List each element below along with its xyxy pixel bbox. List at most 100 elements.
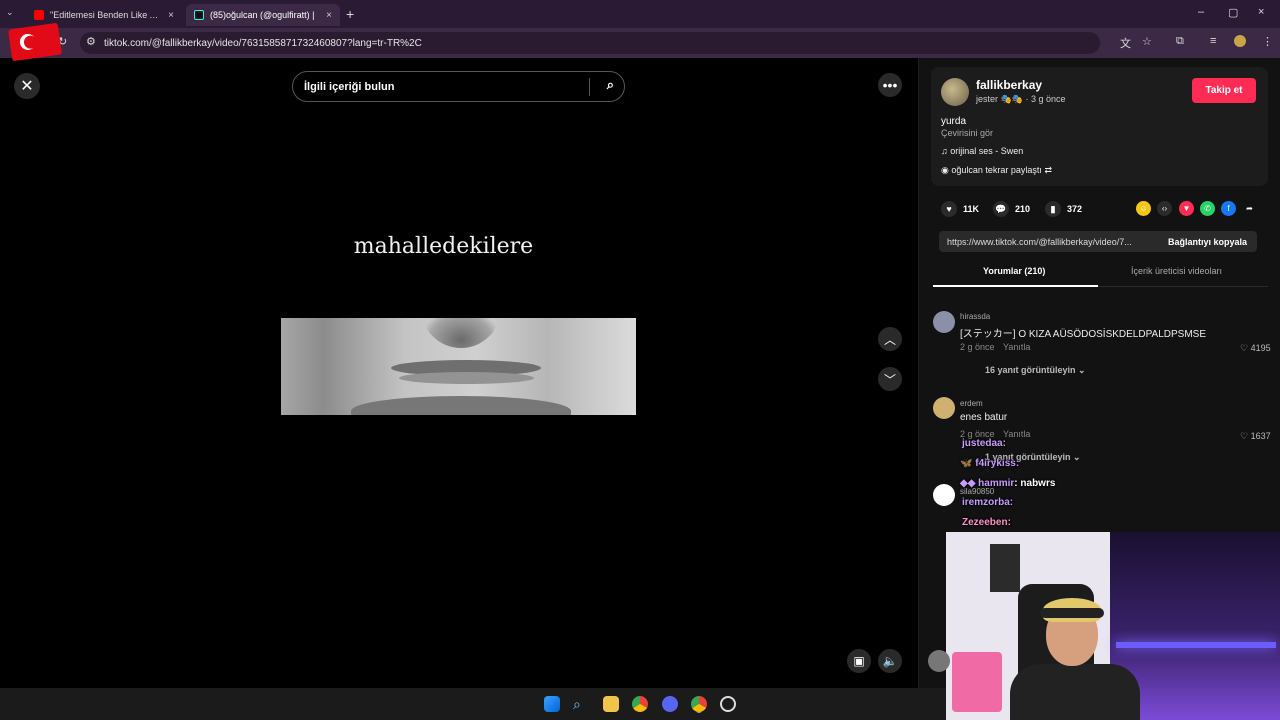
like-count: 11K xyxy=(963,204,980,214)
comment-author[interactable]: hirassda xyxy=(960,312,990,321)
site-info-icon[interactable]: ⚙ xyxy=(86,35,96,48)
chat-text: : xyxy=(1002,438,1006,449)
maximize-button[interactable]: ▢ xyxy=(1228,6,1238,19)
close-tab-icon[interactable]: × xyxy=(326,10,332,21)
webcam-neon-light xyxy=(1116,642,1276,648)
avatar xyxy=(928,650,950,672)
coin-icon[interactable]: ☺ xyxy=(1136,201,1151,216)
reply-button[interactable]: Yanıtla xyxy=(1003,429,1030,439)
video-overlay-text: mahalledekilere xyxy=(353,234,534,259)
file-explorer-icon[interactable] xyxy=(603,696,619,712)
browser-menu-icon[interactable]: ⋮ xyxy=(1262,35,1273,48)
whatsapp-icon[interactable]: ✆ xyxy=(1200,201,1215,216)
author-username[interactable]: fallikberkay xyxy=(976,78,1042,92)
chat-username: hammir xyxy=(978,478,1015,489)
tiktok-icon xyxy=(194,10,204,20)
url-text[interactable]: tiktok.com/@fallikberkay/video/763158587… xyxy=(104,38,422,49)
search-input[interactable]: İlgili içeriği bulun ⌕ xyxy=(292,71,625,102)
chat-message: ◆◆ hammir: nabwrs xyxy=(960,478,1055,489)
more-options-icon[interactable]: ••• xyxy=(878,73,902,97)
comment-stat[interactable]: 💬 210 xyxy=(993,201,1030,217)
follow-button[interactable]: Takip et xyxy=(1192,78,1256,103)
volume-icon[interactable]: 🔈 xyxy=(878,649,902,673)
reply-button[interactable]: Yanıtla xyxy=(1003,342,1030,352)
profile-avatar[interactable] xyxy=(1234,35,1246,47)
close-icon[interactable]: ✕ xyxy=(14,73,40,99)
chat-text: : nabwrs xyxy=(1014,478,1056,489)
music-label[interactable]: orijinal ses - Swen xyxy=(950,146,1023,156)
tab-search-icon[interactable]: ⌄ xyxy=(6,7,14,18)
comment-text: enes batur xyxy=(960,412,1008,423)
chevron-down-icon: ⌄ xyxy=(1070,452,1081,462)
tab-comments[interactable]: Yorumlar (210) xyxy=(983,266,1045,276)
chat-username: justedaa xyxy=(962,438,1003,449)
minimize-button[interactable]: – xyxy=(1198,6,1204,18)
copy-link-button[interactable]: Bağlantıyı kopyala xyxy=(1168,237,1247,247)
media-icon[interactable]: ≡ xyxy=(1210,35,1216,47)
nose-shape xyxy=(421,318,501,348)
avatar[interactable] xyxy=(933,484,955,506)
like-stat[interactable]: ♥ 11K xyxy=(941,201,979,217)
search-placeholder: İlgili içeriği bulun xyxy=(304,80,395,93)
discord-icon[interactable] xyxy=(662,696,678,712)
avatar[interactable] xyxy=(933,311,955,333)
tab-tiktok[interactable]: (85)oğulcan (@ogulfiratt) | × xyxy=(186,4,340,26)
webcam-overlay xyxy=(946,532,1280,720)
bookmark-icon[interactable]: ▮ xyxy=(1045,201,1061,217)
address-bar: tiktok.com/@fallikberkay/video/763158587… xyxy=(0,28,1280,58)
url-field[interactable]: tiktok.com/@fallikberkay/video/763158587… xyxy=(80,32,1100,54)
chevron-down-icon[interactable]: ﹀ xyxy=(878,367,902,391)
tab-title: (85)oğulcan (@ogulfiratt) | xyxy=(210,10,315,20)
comment-author[interactable]: erdem xyxy=(960,399,983,408)
facebook-icon[interactable]: f xyxy=(1221,201,1236,216)
author-meta: jester 🎭🎭 · 3 g önce xyxy=(976,94,1066,105)
repost-row: ◉ oğulcan tekrar paylaştı ⇄ xyxy=(941,165,1052,176)
comment-like[interactable]: ♡ 1637 xyxy=(1240,431,1271,442)
close-tab-icon[interactable]: × xyxy=(168,10,174,21)
new-tab-button[interactable]: + xyxy=(346,6,354,22)
search-icon[interactable]: ⌕ xyxy=(573,696,589,712)
video-link-field[interactable]: https://www.tiktok.com/@fallikberkay/vid… xyxy=(939,231,1257,252)
translate-link[interactable]: Çevirisini gör xyxy=(941,128,993,138)
tab-active-indicator xyxy=(933,285,1098,287)
post-time: · 3 g önce xyxy=(1025,94,1066,104)
avatar[interactable] xyxy=(941,78,969,106)
send-icon[interactable]: ▼ xyxy=(1179,201,1194,216)
chevron-up-icon[interactable]: ︿ xyxy=(878,327,902,351)
save-count: 372 xyxy=(1067,204,1083,214)
chat-username: iremzorba xyxy=(962,497,1010,508)
chrome-icon[interactable] xyxy=(632,696,648,712)
heart-outline-icon[interactable]: ♡ xyxy=(1240,431,1251,441)
lower-lip-shape xyxy=(399,372,534,384)
comment-icon[interactable]: 💬 xyxy=(993,201,1009,217)
windows-start-icon[interactable] xyxy=(544,696,560,712)
embed-icon[interactable]: ‹› xyxy=(1157,201,1172,216)
headphones-icon xyxy=(1040,608,1104,618)
close-window-button[interactable]: × xyxy=(1258,6,1264,18)
app-icon[interactable] xyxy=(720,696,736,712)
chrome-active-icon[interactable] xyxy=(691,696,707,712)
chat-message: justedaa: xyxy=(962,438,1006,449)
comment-text: [ステッカー] O KIZA AÜSÖDOSİSKDELDPALDPSMSE xyxy=(960,329,1206,340)
forward-icon[interactable]: ➦ xyxy=(1242,201,1257,216)
save-stat[interactable]: ▮ 372 xyxy=(1045,201,1082,217)
view-replies[interactable]: 16 yanıt görüntüleyin ⌄ xyxy=(985,365,1086,376)
music-note-icon: ♫ xyxy=(941,146,951,156)
search-icon[interactable]: ⌕ xyxy=(607,77,614,93)
avatar[interactable] xyxy=(933,397,955,419)
heart-outline-icon[interactable]: ♡ xyxy=(1240,343,1251,353)
floating-player-icon[interactable]: ▣ xyxy=(847,649,871,673)
view-replies-label[interactable]: 16 yanıt görüntüleyin xyxy=(985,365,1076,375)
music-row[interactable]: ♫ orijinal ses - Swen xyxy=(941,146,1023,156)
tab-creator-videos[interactable]: İçerik üreticisi videoları xyxy=(1131,266,1222,276)
translate-icon[interactable]: 文 xyxy=(1120,35,1131,51)
bookmark-star-icon[interactable]: ☆ xyxy=(1142,35,1152,48)
comment-like[interactable]: ♡ 4195 xyxy=(1240,343,1271,354)
video-link: https://www.tiktok.com/@fallikberkay/vid… xyxy=(947,236,1132,247)
extensions-icon[interactable]: ⧉ xyxy=(1176,35,1184,48)
chat-message: 🦋 f4irykiss: xyxy=(960,458,1019,469)
post-description: yurda xyxy=(941,116,967,127)
heart-icon[interactable]: ♥ xyxy=(941,201,957,217)
butterfly-icon: 🦋 xyxy=(960,458,976,469)
tab-title: "Editlemesi Benden Like Atması xyxy=(50,10,162,20)
